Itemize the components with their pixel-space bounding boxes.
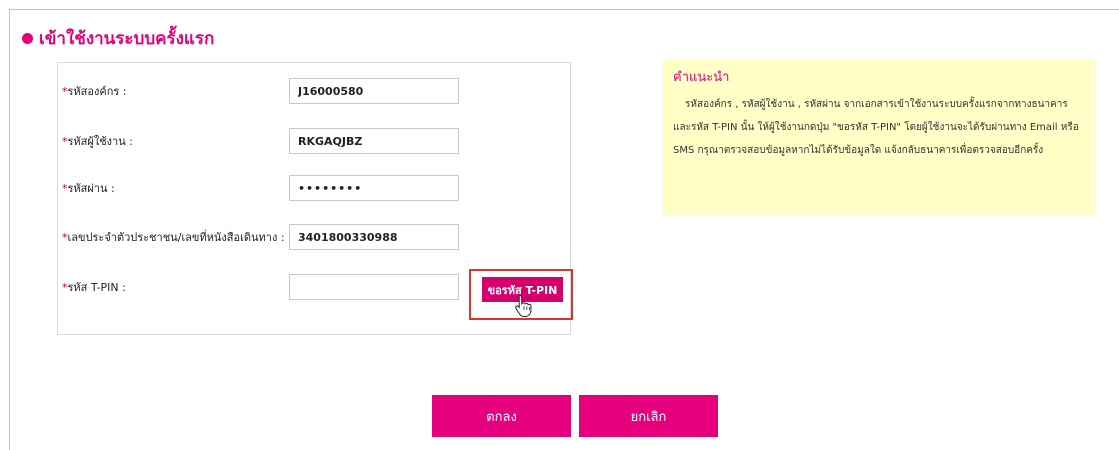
page-title-text: เข้าใช้งานระบบครั้งแรก	[39, 29, 215, 49]
bullet-dot-icon	[22, 33, 33, 44]
first-login-form: *รหัสองค์กร : *รหัสผู้ใช้งาน : *รหัสผ่าน…	[57, 62, 573, 335]
tpin-label: รหัส T-PIN :	[67, 281, 126, 294]
instructions-panel: คำแนะนำ รหัสองค์กร , รหัสผู้ใช้งาน , รหั…	[663, 60, 1095, 215]
hand-pointer-icon	[515, 294, 532, 317]
password-input[interactable]	[289, 175, 459, 201]
password-label: รหัสผ่าน :	[67, 182, 115, 195]
org-code-label: รหัสองค์กร :	[67, 85, 127, 98]
tpin-highlight-box: ขอรหัส T-PIN	[469, 269, 573, 320]
page-title: เข้าใช้งานระบบครั้งแรก	[22, 25, 214, 52]
instructions-title: คำแนะนำ	[673, 70, 730, 85]
id-number-label: เลขประจำตัวประชาชน/เลขที่หนังสือเดินทาง …	[67, 231, 285, 244]
ok-button[interactable]: ตกลง	[432, 395, 571, 437]
id-number-input[interactable]	[289, 224, 459, 250]
org-code-input[interactable]	[289, 78, 459, 104]
username-label: รหัสผู้ใช้งาน :	[67, 135, 133, 148]
username-input[interactable]	[289, 128, 459, 154]
tpin-input[interactable]	[289, 274, 459, 300]
instructions-text: รหัสองค์กร , รหัสผู้ใช้งาน , รหัสผ่าน จา…	[673, 99, 1079, 156]
cancel-button[interactable]: ยกเลิก	[579, 395, 718, 437]
